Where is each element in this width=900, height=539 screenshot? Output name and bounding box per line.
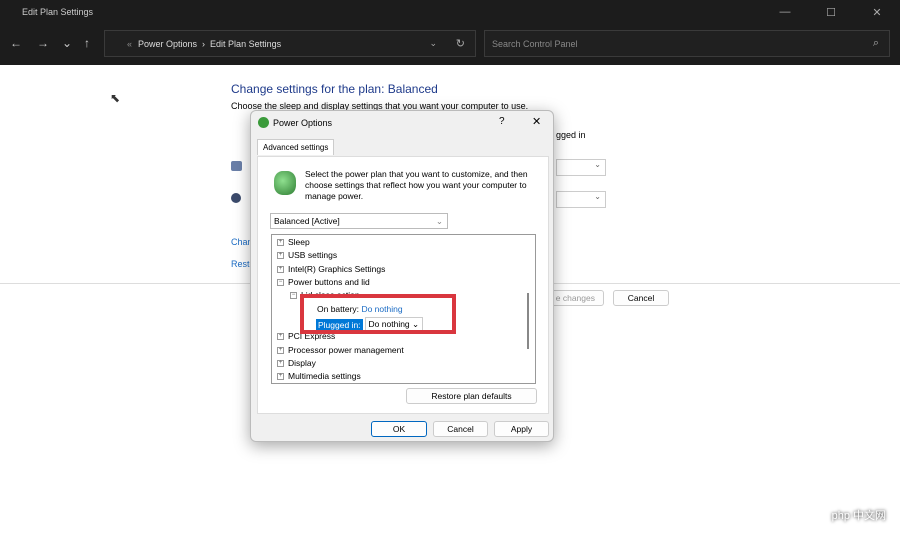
tree-label: Power buttons and lid: [288, 277, 370, 287]
power-options-icon: [258, 117, 269, 128]
expand-icon[interactable]: +: [277, 251, 284, 259]
dialog-description: Select the power plan that you want to c…: [305, 169, 528, 201]
plan-select-value: Balanced [Active]: [274, 216, 340, 226]
background-cancel-button[interactable]: Cancel: [613, 290, 669, 306]
display-icon: [231, 161, 242, 171]
back-icon[interactable]: ←: [10, 36, 22, 50]
expand-icon[interactable]: +: [277, 238, 284, 246]
breadcrumb-edit-plan[interactable]: Edit Plan Settings: [210, 39, 281, 49]
address-dropdown-icon[interactable]: ⌄: [429, 38, 437, 49]
tree-scrollbar[interactable]: [527, 293, 529, 349]
up-icon[interactable]: ↑: [84, 36, 90, 50]
tree-item-power-buttons[interactable]: − Power buttons and lid: [277, 277, 370, 287]
tree-item-processor[interactable]: + Processor power management: [277, 345, 404, 355]
search-input[interactable]: Search Control Panel ⌕: [484, 30, 890, 57]
expand-icon[interactable]: +: [277, 332, 284, 340]
mouse-cursor-icon: ⬉: [110, 91, 121, 105]
plan-select[interactable]: Balanced [Active] ⌄: [270, 213, 448, 229]
tab-advanced-settings[interactable]: Advanced settings: [257, 139, 335, 155]
sleep-plugged-select[interactable]: ⌄: [556, 191, 606, 208]
apply-button[interactable]: Apply: [494, 421, 549, 437]
tree-label: Sleep: [288, 237, 310, 247]
expand-icon[interactable]: +: [277, 359, 284, 367]
tree-label: Display: [288, 358, 316, 368]
tree-item-sleep[interactable]: + Sleep: [277, 237, 310, 247]
advanced-settings-panel: Select the power plan that you want to c…: [257, 156, 549, 414]
tree-item-display[interactable]: + Display: [277, 358, 316, 368]
tree-label: USB settings: [288, 250, 338, 260]
help-button[interactable]: ?: [499, 116, 505, 127]
address-bar[interactable]: « Power Options › Edit Plan Settings ⌄ ↻: [104, 30, 476, 57]
dialog-close-button[interactable]: ✕: [532, 115, 541, 128]
plugged-in-header: gged in: [556, 130, 586, 140]
title-bar: Edit Plan Settings — ☐ ✕: [0, 0, 900, 24]
tree-label: Intel(R) Graphics Settings: [288, 264, 386, 274]
forward-icon[interactable]: →: [37, 36, 49, 50]
breadcrumb-power-options[interactable]: Power Options: [138, 39, 197, 49]
collapse-icon[interactable]: −: [277, 278, 284, 286]
tree-item-multimedia[interactable]: + Multimedia settings: [277, 371, 361, 381]
display-plugged-select[interactable]: ⌄: [556, 159, 606, 176]
tree-label: Multimedia settings: [288, 371, 361, 381]
cancel-button[interactable]: Cancel: [433, 421, 488, 437]
maximize-button[interactable]: ☐: [808, 0, 854, 24]
tree-item-usb[interactable]: + USB settings: [277, 250, 337, 260]
restore-plan-defaults-button[interactable]: Restore plan defaults: [406, 388, 537, 404]
tree-label: Processor power management: [288, 345, 404, 355]
power-options-dialog: Power Options ? ✕ Advanced settings Sele…: [250, 110, 554, 442]
close-button[interactable]: ✕: [854, 0, 900, 24]
window-title: Edit Plan Settings: [22, 7, 94, 17]
collapse-icon[interactable]: −: [290, 291, 297, 299]
refresh-icon[interactable]: ↻: [456, 37, 465, 50]
minimize-button[interactable]: —: [762, 0, 808, 24]
breadcrumb-separator: ›: [202, 38, 206, 49]
recent-chevron-icon[interactable]: ⌄: [62, 36, 72, 50]
sleep-icon: [231, 193, 241, 203]
expand-icon[interactable]: +: [277, 372, 284, 380]
annotation-highlight-box: [300, 294, 456, 334]
watermark: php 中文网: [831, 510, 886, 522]
battery-plan-icon: [274, 171, 296, 195]
expand-icon[interactable]: +: [277, 265, 284, 273]
dialog-title: Power Options: [273, 118, 333, 128]
address-prefix: «: [127, 38, 133, 49]
search-placeholder: Search Control Panel: [492, 38, 578, 49]
search-icon[interactable]: ⌕: [873, 37, 879, 50]
tree-item-graphics[interactable]: + Intel(R) Graphics Settings: [277, 264, 385, 274]
expand-icon[interactable]: +: [277, 346, 284, 354]
ok-button[interactable]: OK: [371, 421, 427, 437]
page-title: Change settings for the plan: Balanced: [231, 82, 438, 96]
